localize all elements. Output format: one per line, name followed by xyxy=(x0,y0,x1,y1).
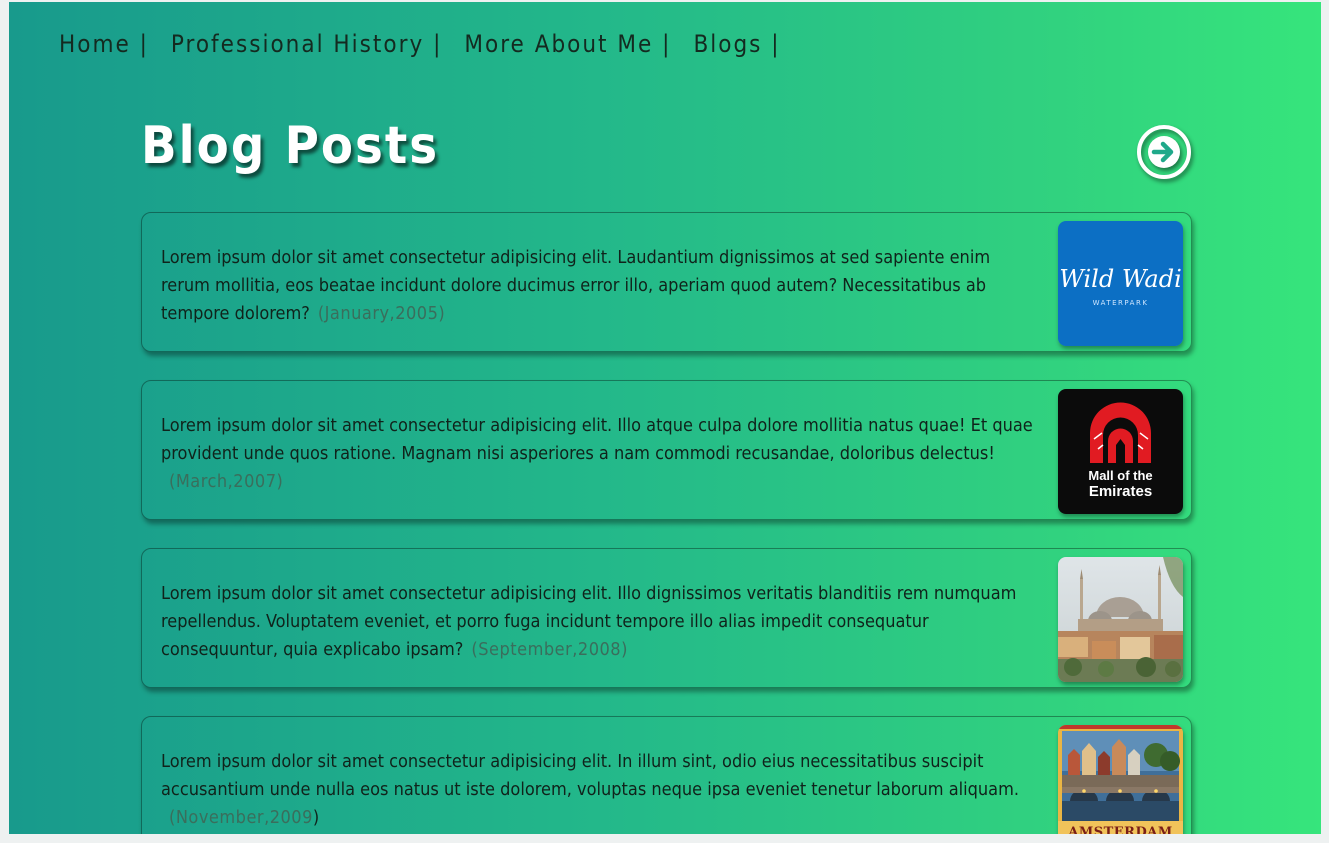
blog-post-card[interactable]: Lorem ipsum dolor sit amet consectetur a… xyxy=(141,716,1192,834)
page-background: Home | Professional History | More About… xyxy=(9,2,1321,834)
post-date: (November,2009 xyxy=(169,807,313,828)
post-excerpt: Lorem ipsum dolor sit amet consectetur a… xyxy=(161,412,1041,496)
blog-post-card[interactable]: Lorem ipsum dolor sit amet consectetur a… xyxy=(141,380,1192,520)
post-date-close: ) xyxy=(312,807,320,828)
blog-post-card[interactable]: Lorem ipsum dolor sit amet consectetur a… xyxy=(141,548,1192,688)
logo-subtext: Emirates xyxy=(1089,483,1152,500)
nav-more-about-me[interactable]: More About Me | xyxy=(464,30,671,58)
logo-text: Wild Wadi xyxy=(1059,265,1182,293)
post-thumbnail-istanbul[interactable] xyxy=(1058,557,1183,682)
nav-home[interactable]: Home | xyxy=(59,30,149,58)
post-body: Lorem ipsum dolor sit amet consectetur a… xyxy=(161,247,991,324)
wild-wadi-logo: Wild Wadi WATERPARK xyxy=(1058,221,1183,346)
page-title: Blog Posts xyxy=(141,116,440,176)
amsterdam-canal-photo: AMSTERDAM xyxy=(1058,725,1183,834)
logo-subtext: WATERPARK xyxy=(1093,299,1149,307)
post-excerpt: Lorem ipsum dolor sit amet consectetur a… xyxy=(161,580,1041,664)
post-body: Lorem ipsum dolor sit amet consectetur a… xyxy=(161,751,1020,800)
arrow-right-circle-icon xyxy=(1137,125,1191,179)
post-body: Lorem ipsum dolor sit amet consectetur a… xyxy=(161,415,1033,464)
blog-post-list: Lorem ipsum dolor sit amet consectetur a… xyxy=(141,212,1192,834)
mall-of-the-emirates-logo: Mall of the Emirates xyxy=(1058,389,1183,514)
nav-blogs[interactable]: Blogs | xyxy=(693,30,780,58)
logo-text: Mall of the xyxy=(1088,468,1152,483)
photo-caption: AMSTERDAM xyxy=(1067,825,1173,834)
nav-professional-history[interactable]: Professional History | xyxy=(171,30,442,58)
post-date: (March,2007) xyxy=(169,471,284,492)
blog-post-card[interactable]: Lorem ipsum dolor sit amet consectetur a… xyxy=(141,212,1192,352)
next-button[interactable] xyxy=(1136,124,1192,180)
post-date: (September,2008) xyxy=(471,639,628,660)
post-thumbnail-wild-wadi[interactable]: Wild Wadi WATERPARK xyxy=(1058,221,1183,346)
mosque-cityscape-photo xyxy=(1058,557,1183,682)
post-thumbnail-mall-of-emirates[interactable]: Mall of the Emirates xyxy=(1058,389,1183,514)
post-excerpt: Lorem ipsum dolor sit amet consectetur a… xyxy=(161,244,1041,328)
post-date: (January,2005) xyxy=(317,303,446,324)
post-excerpt: Lorem ipsum dolor sit amet consectetur a… xyxy=(161,748,1041,832)
top-nav: Home | Professional History | More About… xyxy=(59,30,803,58)
blog-header: Blog Posts xyxy=(141,112,1192,192)
post-thumbnail-amsterdam[interactable]: AMSTERDAM xyxy=(1058,725,1183,834)
